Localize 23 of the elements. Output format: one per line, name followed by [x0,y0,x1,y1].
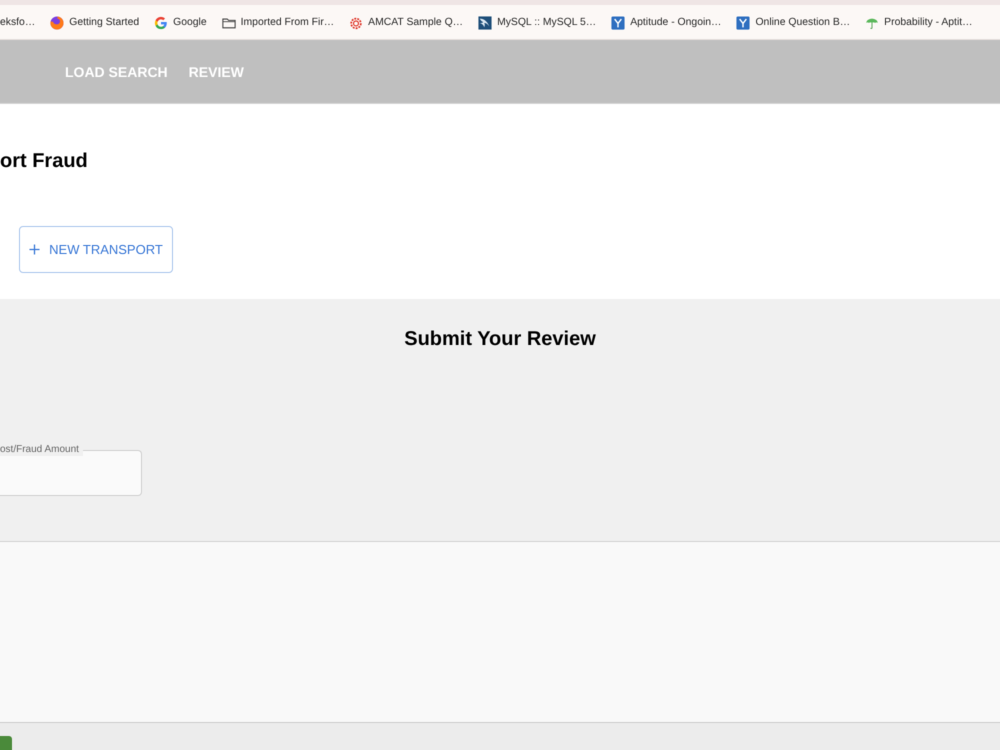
dotted-ring-icon [349,16,364,30]
new-transport-button[interactable]: NEW TRANSPORT [19,226,173,273]
bookmark-link[interactable]: MySQL :: MySQL 5… [478,16,596,30]
bookmark-link[interactable]: Online Question B… [736,16,850,30]
bookmark-link[interactable]: Google [154,16,207,30]
folder-icon [222,16,236,30]
google-g-icon [154,16,168,30]
dolphin-icon [478,16,492,30]
fox-globe-icon [50,16,64,30]
cut-off-button[interactable] [0,736,12,750]
page-title: ort Fraud [0,149,88,173]
field-label: ost/Fraud Amount [0,444,83,456]
bookmark-link[interactable]: eksfo… [0,17,36,28]
review-title: Submit Your Review [404,327,596,351]
bookmark-link[interactable]: AMCAT Sample Q… [349,16,464,30]
plus-icon [29,244,40,255]
y-logo-icon [611,16,626,30]
umbrella-icon [865,16,880,30]
bookmark-link[interactable]: Getting Started [50,16,140,30]
bookmark-link[interactable]: Aptitude - Ongoin… [611,16,722,30]
bookmark-link[interactable]: Probability - Aptit… [865,16,973,30]
y-logo-icon [736,16,750,30]
bookmark-link[interactable]: Imported From Fir… [222,16,334,30]
